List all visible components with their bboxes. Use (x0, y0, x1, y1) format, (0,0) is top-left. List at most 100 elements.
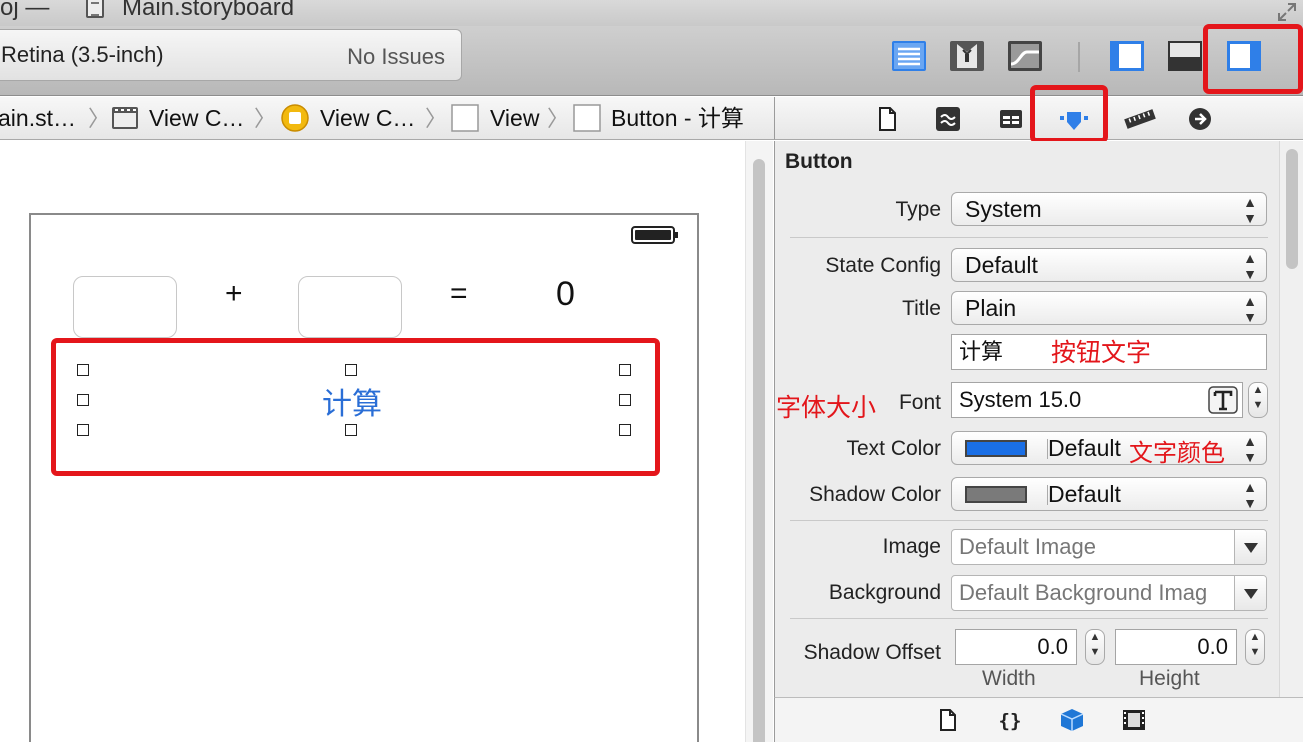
breadcrumb-separator: 〉 (425, 106, 448, 131)
breadcrumb-separator: 〉 (254, 106, 277, 131)
type-popup[interactable]: System ▲ ▼ (951, 192, 1267, 226)
resize-handle-bottom-left[interactable] (77, 424, 89, 436)
shadow-color-label: Shadow Color (809, 483, 941, 506)
shadow-offset-height-stepper[interactable]: ▲ ▼ (1245, 629, 1265, 665)
breadcrumb-button[interactable]: Button - 计算 (611, 97, 744, 139)
font-picker-icon[interactable] (1208, 386, 1238, 414)
shadow-color-swatch (965, 486, 1027, 503)
view-icon (451, 104, 479, 132)
text-color-label: Text Color (846, 437, 941, 460)
title-type-popup[interactable]: Plain ▲ ▼ (951, 291, 1267, 325)
fullscreen-icon[interactable] (1277, 2, 1297, 22)
resize-handle-top-right[interactable] (619, 364, 631, 376)
result-label: 0 (556, 275, 575, 313)
first-number-field[interactable] (73, 276, 177, 338)
font-field[interactable]: System 15.0 (951, 382, 1243, 418)
inspector-selector-bar (774, 97, 1303, 140)
state-config-label: State Config (825, 254, 941, 277)
quick-help-icon[interactable] (933, 104, 963, 134)
calculate-button-title: 计算 (322, 387, 382, 422)
breadcrumb-view[interactable]: View (490, 97, 539, 139)
object-library-icon[interactable] (1059, 707, 1085, 733)
shadow-offset-label: Shadow Offset (803, 641, 941, 664)
utilities-panel-icon[interactable] (1226, 40, 1262, 72)
file-inspector-icon[interactable] (872, 104, 902, 134)
type-value: System (965, 196, 1042, 222)
width-caption: Width (982, 667, 1036, 690)
shadow-offset-width-stepper[interactable]: ▲ ▼ (1085, 629, 1105, 665)
image-combo[interactable]: Default Image (951, 529, 1267, 565)
shadow-color-popup[interactable]: Default ▲ ▼ (951, 477, 1267, 511)
resize-handle-right[interactable] (619, 394, 631, 406)
window-title-project: oj — (0, 0, 50, 21)
inspector-scrollbar[interactable] (1279, 141, 1303, 697)
section-title-button: Button (785, 150, 853, 173)
annotation-font-size: 字体大小 (776, 393, 877, 422)
svg-text:{}: {} (999, 710, 1022, 732)
file-template-icon[interactable] (935, 707, 961, 733)
resize-handle-top-left[interactable] (77, 364, 89, 376)
resize-handle-bottom[interactable] (345, 424, 357, 436)
breadcrumb-separator: 〉 (88, 106, 111, 131)
inspector-scroll-thumb[interactable] (1286, 149, 1298, 269)
popup-arrows-icon: ▲ ▼ (1243, 250, 1257, 282)
divider (790, 237, 1268, 238)
toolbar-separator (1078, 42, 1080, 72)
library-selector-bar: {} (774, 697, 1303, 742)
iphone-view-frame[interactable]: + = 0 计算 (29, 213, 699, 742)
second-number-field[interactable] (298, 276, 402, 338)
shadow-offset-width-value: 0.0 (1037, 634, 1068, 659)
button-element-icon (573, 104, 601, 132)
editor-standard-icon[interactable] (891, 40, 927, 72)
background-combo[interactable]: Default Background Imag (951, 575, 1267, 611)
canvas-scroll-thumb[interactable] (753, 159, 765, 742)
storyboard-canvas[interactable]: + = 0 计算 (0, 141, 745, 742)
title-type-value: Plain (965, 295, 1017, 321)
breadcrumb-view-controller[interactable]: View C… (320, 97, 415, 139)
editor-assistant-icon[interactable] (949, 40, 985, 72)
popup-arrows-icon: ▲ ▼ (1243, 479, 1257, 511)
resize-handle-top[interactable] (345, 364, 357, 376)
image-dropdown-icon[interactable] (1234, 530, 1266, 564)
breadcrumb-separator: 〉 (547, 106, 570, 131)
font-size-stepper[interactable]: ▲ ▼ (1248, 382, 1268, 418)
canvas-scrollbar[interactable] (745, 141, 773, 742)
equals-label: = (450, 277, 468, 310)
scheme-destination-label[interactable]: Retina (3.5-inch) (1, 42, 164, 68)
media-library-icon[interactable] (1121, 707, 1147, 733)
debug-panel-icon[interactable] (1167, 40, 1203, 72)
shadow-offset-width-field[interactable]: 0.0 (955, 629, 1077, 665)
font-value: System 15.0 (959, 387, 1082, 412)
code-snippet-icon[interactable]: {} (997, 707, 1023, 733)
scene-icon (112, 107, 138, 129)
text-color-value: Default (1048, 435, 1121, 461)
navigator-panel-icon[interactable] (1109, 40, 1145, 72)
background-placeholder: Default Background Imag (959, 580, 1208, 605)
state-config-popup[interactable]: Default ▲ ▼ (951, 248, 1267, 282)
breadcrumb-scene[interactable]: View C… (149, 97, 244, 139)
window-title-filename: Main.storyboard (122, 0, 295, 21)
background-label: Background (828, 581, 941, 604)
popup-arrows-icon: ▲ ▼ (1243, 293, 1257, 325)
resize-handle-left[interactable] (77, 394, 89, 406)
popup-arrows-icon: ▲ ▼ (1243, 433, 1257, 465)
divider (790, 520, 1268, 521)
resize-handle-bottom-right[interactable] (619, 424, 631, 436)
storyboard-document-icon (86, 0, 104, 18)
attributes-inspector-icon[interactable] (1059, 104, 1089, 134)
shadow-offset-height-field[interactable]: 0.0 (1115, 629, 1237, 665)
calculate-button[interactable]: 计算 (53, 339, 659, 477)
editor-version-icon[interactable] (1007, 40, 1043, 72)
divider (790, 618, 1268, 619)
image-label: Image (882, 535, 941, 558)
battery-icon (631, 226, 678, 244)
connections-inspector-icon[interactable] (1185, 104, 1215, 134)
view-controller-icon (281, 104, 309, 132)
breadcrumb-storyboard[interactable]: ain.st… (0, 97, 76, 139)
height-caption: Height (1139, 667, 1200, 690)
text-color-swatch (965, 440, 1027, 457)
identity-inspector-icon[interactable] (996, 104, 1026, 134)
background-dropdown-icon[interactable] (1234, 576, 1266, 610)
size-inspector-icon[interactable] (1123, 104, 1157, 134)
issues-status: No Issues (347, 44, 445, 69)
